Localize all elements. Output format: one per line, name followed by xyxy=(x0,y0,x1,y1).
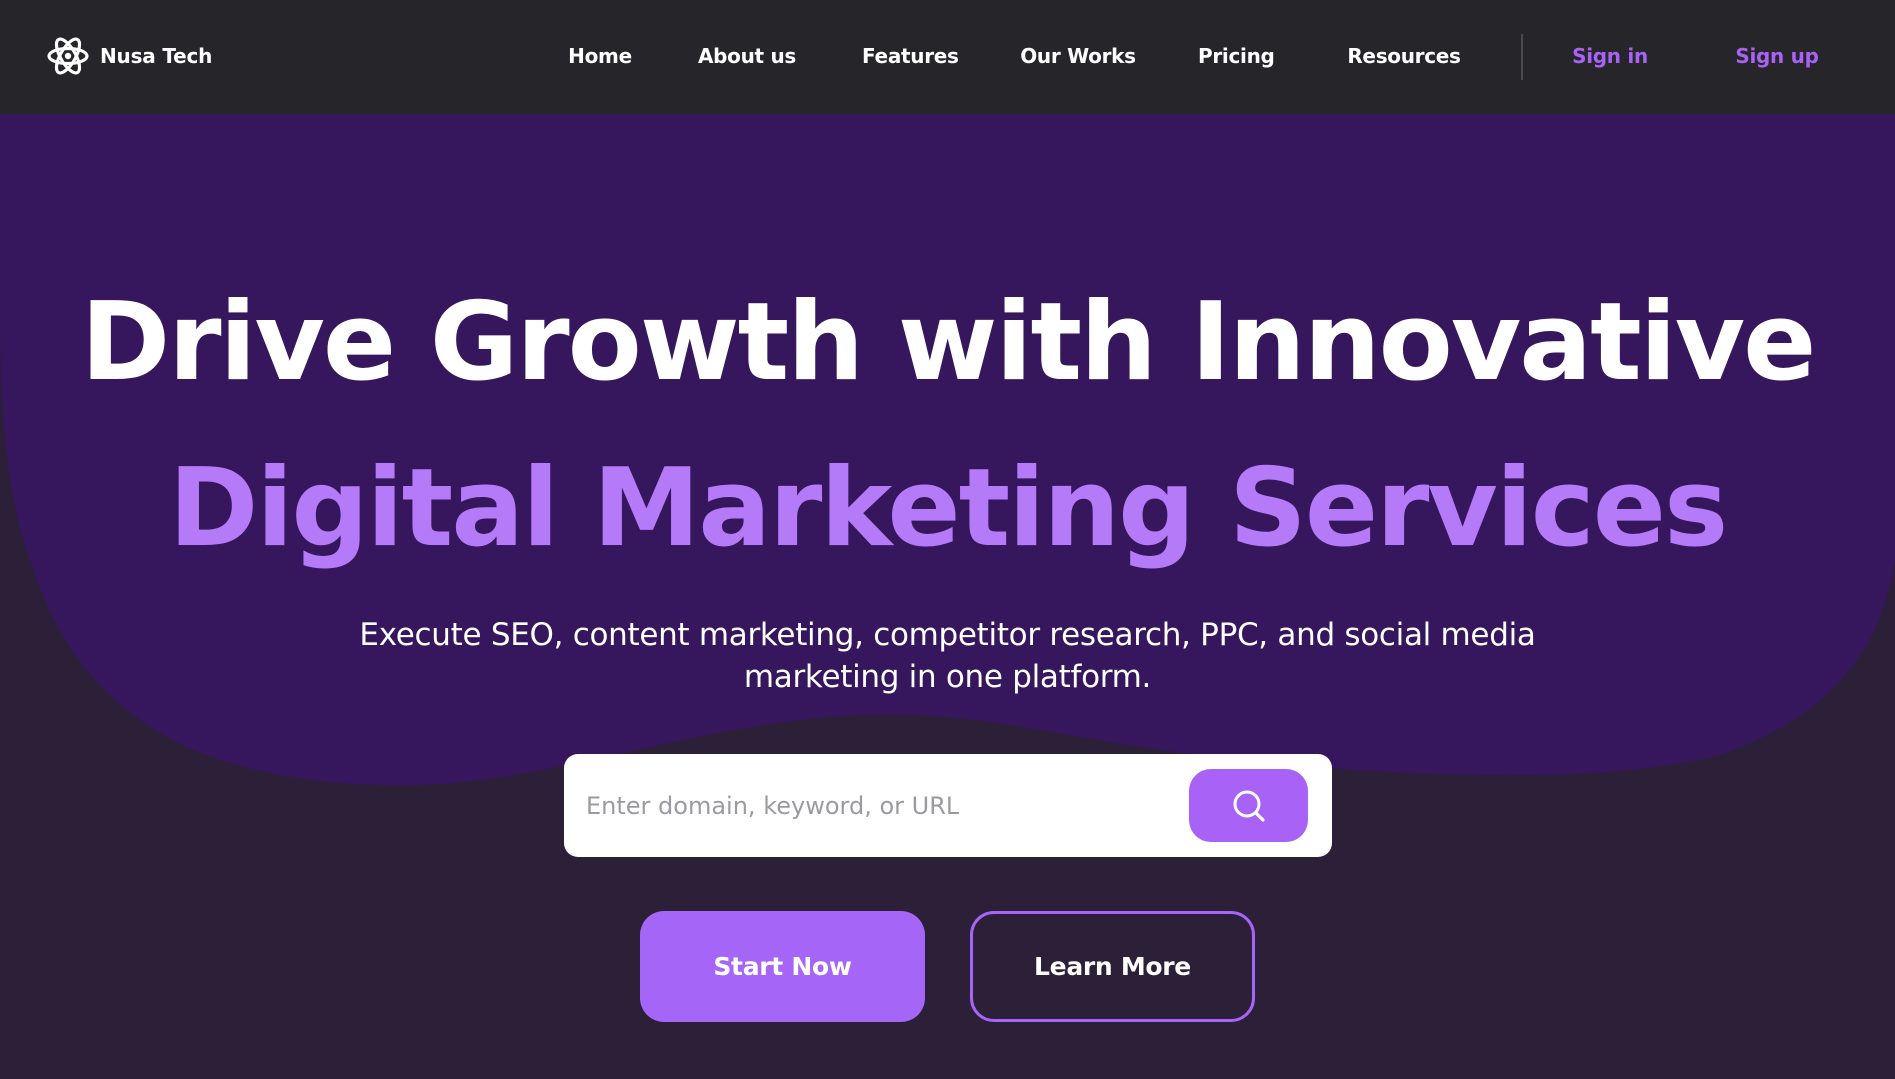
brand-name: Nusa Tech xyxy=(100,44,213,68)
hero-subtitle: Execute SEO, content marketing, competit… xyxy=(359,617,1536,695)
nav-about-us[interactable]: About us xyxy=(697,40,797,72)
brand[interactable]: Nusa Tech xyxy=(46,34,212,78)
search-input[interactable] xyxy=(586,782,1226,830)
top-navbar: Nusa Tech Home About us Features Our Wor… xyxy=(0,0,1895,114)
atom-icon xyxy=(47,37,89,75)
sign-in-link[interactable]: Sign in xyxy=(1572,40,1648,72)
nav-resources[interactable]: Resources xyxy=(1340,40,1468,72)
hero-headline-line1: Drive Growth with Innovative xyxy=(80,280,1817,405)
nav-features[interactable]: Features xyxy=(862,40,959,72)
nav-pricing[interactable]: Pricing xyxy=(1198,40,1275,72)
search-button[interactable] xyxy=(1189,769,1308,842)
nav-home[interactable]: Home xyxy=(562,40,638,72)
sign-up-link[interactable]: Sign up xyxy=(1732,40,1822,72)
nav-our-works[interactable]: Our Works xyxy=(1020,40,1136,72)
nav-divider xyxy=(1521,34,1523,80)
hero-headline-line2: Digital Marketing Services xyxy=(168,446,1729,571)
landing-page: Nusa Tech Home About us Features Our Wor… xyxy=(0,0,1895,1079)
search-icon xyxy=(1233,790,1265,822)
learn-more-button[interactable]: Learn More xyxy=(970,911,1255,1022)
start-now-button[interactable]: Start Now xyxy=(640,911,925,1022)
search-bar xyxy=(564,754,1332,857)
